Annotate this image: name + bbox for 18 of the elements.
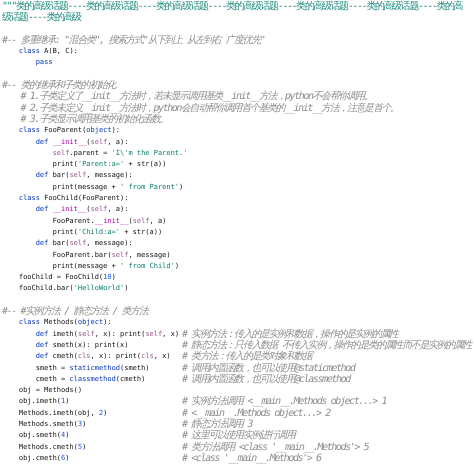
code-comment: # 2.子类未定义__init__方法时，python会自动帮你调用首个基类的__init__方法，注意是首个。 <box>19 102 399 114</box>
code-comment: # 3.子类显示调用基类的初始化函数。 <box>19 114 168 126</box>
code-comment: # <__main__.Methods object...> 2 <box>182 408 330 419</box>
code-comment: # 类方法调用 <class '__main__.Methods'> 5 <box>182 442 368 453</box>
code-comment: # 静态方法：只传入数据 不传入实例，操作的是类的属性而不是实例的属性 <box>182 340 472 351</box>
code-comment: # 静态方法调用 3 <box>182 418 252 430</box>
code-comment: # 实例方法调用 <__main__.Methods object...> 1 <box>182 396 386 408</box>
code-comment: # <class '__main__.Methods'> 6 <box>182 452 321 464</box>
code-comment: #-- 多重继承: "混合类", 搜索方式"从下到上 从左到右 广度优先" <box>2 34 264 46</box>
code-comment: # 1.子类定义了__init__方法时，若未显示调用基类__init__方法，python不会帮你调用。 <box>19 91 373 102</box>
code-comment: # 调用内置函数，也可以使用@staticmethod <box>182 362 355 374</box>
code-comment: # 实例方法：传入的是实例和数据，操作的是实例的属性 <box>182 328 398 340</box>
docstring-line: """类的高级话题----类的高级话题----类的高级话题----类的高级话题----类的高级话题----类的高级话题----类的高级话题----类的高级 <box>2 1 464 24</box>
code-comment: # 类方法：传入的是类对象和数据 <box>182 351 312 362</box>
code-comment: # 调用内置函数，也可以使用@classmethod <box>182 374 350 386</box>
code-comment: #-- #实例方法 / 静态方法 / 类方法 <box>2 306 148 318</box>
code-comment: #-- 类的继承和子类的初始化 <box>2 80 116 92</box>
code-comment: # 这里可以使用实例进行调用 <box>182 430 294 442</box>
